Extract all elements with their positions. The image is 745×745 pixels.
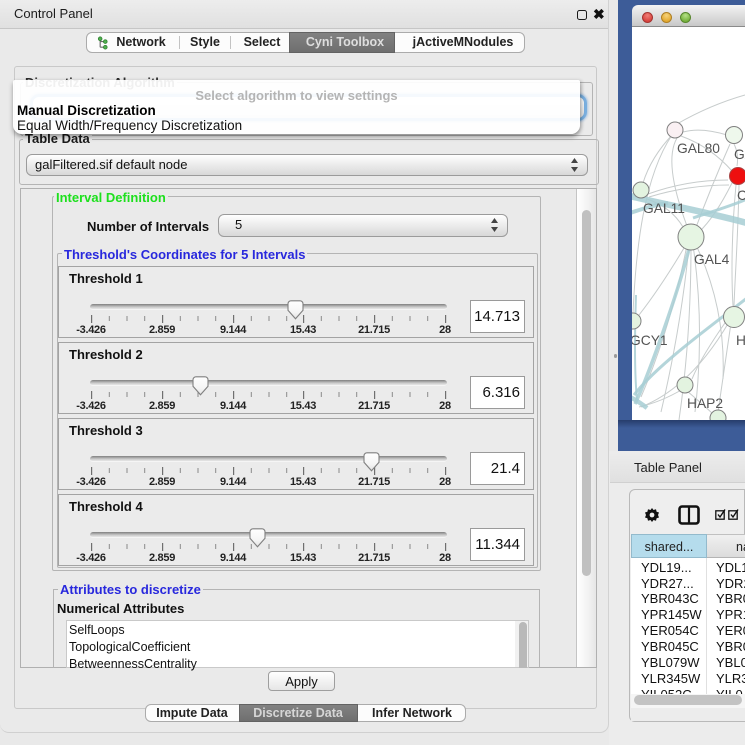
svg-text:GAL80: GAL80 — [677, 141, 720, 156]
svg-text:GAL4: GAL4 — [694, 252, 730, 267]
svg-text:GCY1: GCY1 — [632, 333, 668, 348]
svg-text:H: H — [736, 333, 745, 348]
svg-text:HAP2: HAP2 — [687, 396, 723, 411]
svg-text:GA: GA — [734, 147, 745, 162]
svg-text:GAL11: GAL11 — [643, 201, 685, 216]
svg-text:C: C — [737, 188, 745, 203]
